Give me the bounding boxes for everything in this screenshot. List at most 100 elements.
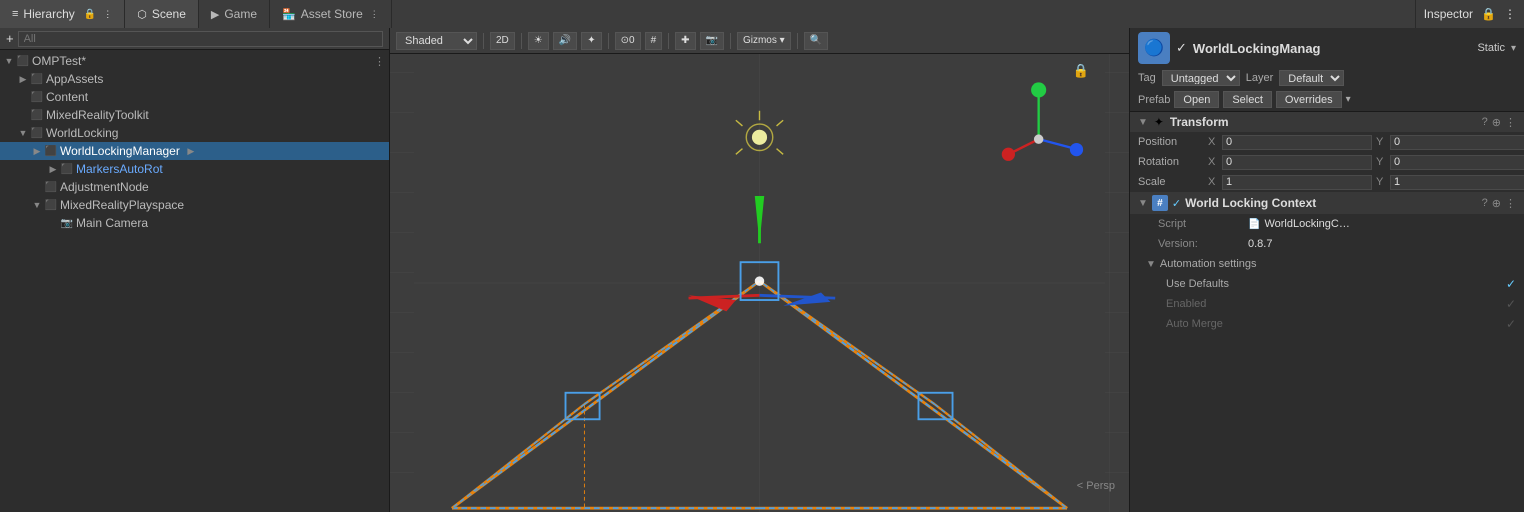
wlc-menu-icon[interactable]: ⋮ (1505, 197, 1516, 210)
rotation-label: Rotation (1138, 156, 1208, 168)
pos-y-axis: Y (1376, 136, 1390, 148)
persp-label: < Persp (1077, 480, 1115, 492)
pos-y-input[interactable] (1390, 135, 1524, 150)
tab-hierarchy[interactable]: ≡ Hierarchy 🔒 ⋮ (0, 0, 125, 28)
hierarchy-icon: ≡ (12, 8, 18, 20)
transform-header[interactable]: ▼ ✦ Transform ? ⊕ ⋮ (1130, 112, 1524, 132)
icon-markersautorot: ⬛ (60, 162, 74, 176)
inspector-menu-icon[interactable]: ⋮ (1504, 7, 1516, 21)
label-mrt: MixedRealityToolkit (46, 108, 149, 122)
inspector-lock-icon[interactable]: 🔒 (1481, 7, 1496, 21)
menu-omptest[interactable]: ⋮ (374, 55, 385, 68)
icon-adjustmentnode: ⬛ (44, 180, 58, 194)
search-input[interactable] (18, 31, 383, 47)
transform-menu-icon[interactable]: ⋮ (1505, 116, 1516, 129)
arrow-markersautorot (46, 164, 60, 175)
tree-item-mplayspace[interactable]: ⬛ MixedRealityPlayspace (0, 196, 389, 214)
gizmos-button[interactable]: Gizmos ▾ (737, 32, 791, 50)
transform-pin-icon[interactable]: ⊕ (1492, 116, 1501, 129)
grid-button[interactable]: # (645, 32, 663, 50)
layer-select[interactable]: Default (1279, 70, 1344, 86)
wlc-help-icon[interactable]: ? (1482, 197, 1488, 209)
tag-select[interactable]: Untagged (1162, 70, 1240, 86)
label-mplayspace: MixedRealityPlayspace (60, 198, 184, 212)
transform-help-icon[interactable]: ? (1482, 116, 1488, 128)
auto-merge-check[interactable]: ✓ (1506, 317, 1516, 331)
icon-worldlocking: ⬛ (30, 126, 44, 140)
lighting-button[interactable]: ☀ (528, 32, 549, 50)
pos-x-input[interactable] (1222, 135, 1372, 150)
scene-view[interactable]: y x z 🔒 < Persp (390, 54, 1129, 512)
transform-button[interactable]: ✚ (675, 32, 695, 50)
prefab-row: Prefab Open Select Overrides ▾ (1130, 88, 1524, 112)
tree-item-worldlocking[interactable]: ⬛ WorldLocking (0, 124, 389, 142)
rot-x-input[interactable] (1222, 155, 1372, 170)
scene-toolbar: Shaded Wireframe 2D ☀ 🔊 ✦ ⊙0 # ✚ 📷 Gizmo… (390, 28, 1129, 54)
shading-dropdown[interactable]: Shaded Wireframe (396, 32, 477, 50)
select-button[interactable]: Select (1223, 91, 1272, 108)
fx-button[interactable]: ✦ (581, 32, 601, 50)
hierarchy-add-button[interactable]: + (6, 31, 14, 46)
tab-game[interactable]: ▶ Game (199, 0, 270, 28)
hierarchy-lock-icon[interactable]: 🔒 (84, 9, 96, 20)
tree-item-appassets[interactable]: ⬛ AppAssets (0, 70, 389, 88)
wlc-pin-icon[interactable]: ⊕ (1492, 197, 1501, 210)
tree-item-content[interactable]: ⬛ Content (0, 88, 389, 106)
audio-button[interactable]: 🔊 (553, 32, 577, 50)
scale-x-input[interactable] (1222, 175, 1372, 190)
toolbar-sep-4 (668, 33, 669, 49)
inspector-title-top: Inspector (1424, 7, 1473, 21)
inspector-panel: 🔵 ✓ WorldLockingManag Static ▾ Tag Untag… (1129, 28, 1524, 512)
wlmanager-child-arrow (184, 146, 198, 157)
automation-label: Automation settings (1160, 258, 1257, 270)
wlc-collapse-arrow: ▼ (1138, 198, 1148, 209)
scale-y-input[interactable] (1390, 175, 1524, 190)
2d-button[interactable]: 2D (490, 32, 515, 50)
toolbar-sep-2 (521, 33, 522, 49)
arrow-appassets (16, 74, 30, 85)
rot-y-input[interactable] (1390, 155, 1524, 170)
automation-header[interactable]: ▼ Automation settings (1130, 254, 1524, 274)
version-label: Version: (1158, 238, 1248, 250)
hierarchy-menu-icon[interactable]: ⋮ (103, 9, 112, 20)
wlc-enabled-check[interactable]: ✓ (1172, 197, 1181, 210)
version-row: Version: 0.8.7 (1130, 234, 1524, 254)
automation-arrow: ▼ (1146, 259, 1156, 270)
asset-store-menu-icon[interactable]: ⋮ (370, 9, 379, 20)
hierarchy-tree: ⬛ OMPTest* ⋮ ⬛ AppAssets ⬛ Content ⬛ Mix… (0, 50, 389, 512)
rot-x-axis: X (1208, 156, 1222, 168)
use-defaults-check[interactable]: ✓ (1506, 277, 1516, 291)
static-dropdown-arrow[interactable]: ▾ (1511, 43, 1516, 54)
tree-item-markersautorot[interactable]: ⬛ MarkersAutoRot (0, 160, 389, 178)
top-tab-bar: ≡ Hierarchy 🔒 ⋮ ⬡ Scene ▶ Game 🏪 Asset S… (0, 0, 1524, 28)
prefab-label: Prefab (1138, 94, 1170, 106)
enabled-row: Enabled ✓ (1130, 294, 1524, 314)
tree-item-wlmanager[interactable]: ⬛ WorldLockingManager (0, 142, 389, 160)
object-enabled-check[interactable]: ✓ (1176, 40, 1187, 56)
camera-button[interactable]: 📷 (700, 32, 724, 50)
script-filename[interactable]: WorldLockingC… (1264, 218, 1349, 230)
wlc-title: World Locking Context (1185, 196, 1478, 210)
icon-mrt: ⬛ (30, 108, 44, 122)
enabled-check[interactable]: ✓ (1506, 297, 1516, 311)
tab-asset-store[interactable]: 🏪 Asset Store ⋮ (270, 0, 392, 28)
search-scene-button[interactable]: 🔍 (804, 32, 828, 50)
tree-item-maincamera[interactable]: 📷 Main Camera (0, 214, 389, 232)
tree-item-omptest[interactable]: ⬛ OMPTest* ⋮ (0, 52, 389, 70)
tab-scene[interactable]: ⬡ Scene (125, 0, 199, 28)
open-button[interactable]: Open (1174, 91, 1219, 108)
tag-layer-row: Tag Untagged Layer Default (1130, 68, 1524, 88)
overrides-button[interactable]: Overrides (1276, 91, 1342, 108)
tree-item-adjustmentnode[interactable]: ⬛ AdjustmentNode (0, 178, 389, 196)
svg-text:x: x (1005, 149, 1010, 159)
object-name: WorldLockingManag (1193, 41, 1472, 56)
wlc-header[interactable]: ▼ # ✓ World Locking Context ? ⊕ ⋮ (1130, 192, 1524, 214)
icon-maincamera: 📷 (60, 216, 74, 230)
script-value: 📄 WorldLockingC… (1248, 218, 1516, 230)
center-panel: Shaded Wireframe 2D ☀ 🔊 ✦ ⊙0 # ✚ 📷 Gizmo… (390, 28, 1129, 512)
layers-0-button[interactable]: ⊙0 (615, 32, 641, 50)
auto-merge-row: Auto Merge ✓ (1130, 314, 1524, 334)
asset-store-icon: 🏪 (282, 8, 296, 21)
overrides-arrow[interactable]: ▾ (1346, 94, 1351, 105)
tree-item-mrt[interactable]: ⬛ MixedRealityToolkit (0, 106, 389, 124)
